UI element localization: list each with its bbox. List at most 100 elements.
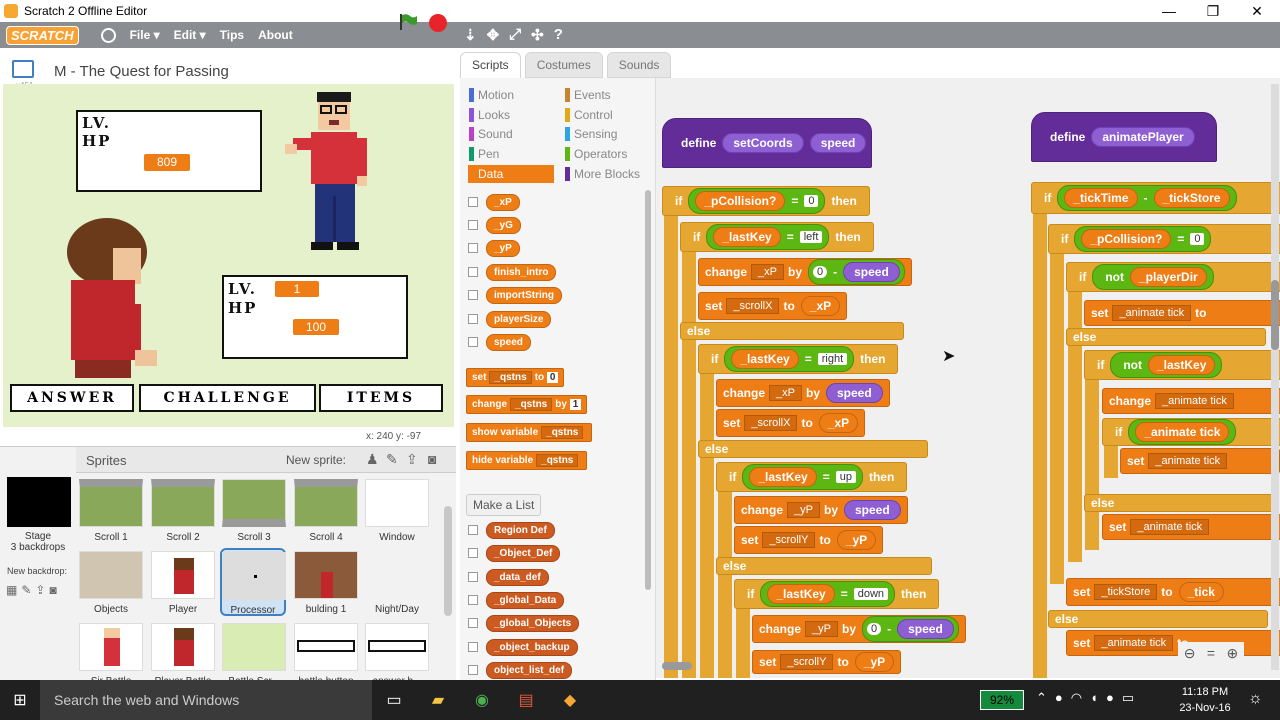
variable-row[interactable]: speed xyxy=(468,333,531,351)
taskbar-search[interactable]: Search the web and Windows xyxy=(40,680,372,720)
change-variable-block[interactable]: change _xP by speed xyxy=(716,379,890,407)
list-row[interactable]: _object_backup xyxy=(468,638,578,656)
sprite-tile[interactable]: Scroll 2 xyxy=(150,477,216,545)
if-else-block[interactable]: if _lastKey = up then xyxy=(716,462,908,492)
variable-reporter[interactable]: _yP xyxy=(486,239,520,257)
variable-dropdown[interactable]: _animate tick xyxy=(1148,453,1228,469)
delete-tool-icon[interactable]: ✥ xyxy=(487,26,500,44)
list-checkbox[interactable] xyxy=(468,618,478,628)
variable-dropdown[interactable]: _scrollY xyxy=(780,654,834,670)
variable-dropdown[interactable]: _scrollX xyxy=(726,298,780,314)
task-view-icon[interactable]: ▭ xyxy=(372,680,416,720)
value-input[interactable]: 0 xyxy=(804,195,819,207)
variable-dropdown[interactable]: _qstns xyxy=(489,371,532,384)
list-row[interactable]: Region Def xyxy=(468,521,555,539)
script-horizontal-scrollbar[interactable] xyxy=(662,662,692,670)
value-input[interactable]: 0 xyxy=(546,372,559,383)
wifi-icon[interactable]: ◠ xyxy=(1071,690,1082,706)
paint-sprite-icon[interactable]: ✎ xyxy=(386,451,398,468)
show-variable-block[interactable]: show variable _qstns xyxy=(466,423,593,442)
variable-dropdown[interactable]: _xP xyxy=(751,264,784,280)
variable-reporter[interactable]: _xP xyxy=(800,296,841,316)
set-variable-block[interactable]: set _scrollY to _yP xyxy=(752,650,902,674)
sprite-tile[interactable]: Night/Day xyxy=(364,549,430,617)
stage[interactable]: LV. HP 809 LV. 1 HP 100 ANSWER CHALLENGE… xyxy=(3,84,454,427)
sprite-tile[interactable]: Player Battle xyxy=(150,621,216,689)
close-window-button[interactable]: ✕ xyxy=(1234,0,1280,22)
variable-checkbox[interactable] xyxy=(468,220,478,230)
tab-costumes[interactable]: Costumes xyxy=(524,52,603,78)
sprite-tile-selected[interactable]: Processor xyxy=(220,548,286,616)
hide-variable-block[interactable]: hide variable _qstns xyxy=(466,451,588,470)
set-variable-block[interactable]: set _animate tick xyxy=(1120,448,1280,474)
if-else-block[interactable]: if _pCollision? = 0 xyxy=(1048,224,1280,254)
variable-reporter[interactable]: finish_intro xyxy=(486,263,557,281)
shrink-tool-icon[interactable]: ✣ xyxy=(531,26,544,44)
equals-operator[interactable]: _pCollision? = 0 xyxy=(1074,226,1212,252)
project-title[interactable]: M - The Quest for Passing xyxy=(54,63,229,80)
duplicate-tool-icon[interactable]: ⇣ xyxy=(464,26,477,44)
parameter-reporter[interactable]: speed xyxy=(809,133,867,153)
list-checkbox[interactable] xyxy=(468,595,478,605)
category-more-blocks[interactable]: More Blocks xyxy=(564,165,650,183)
custom-reporter[interactable]: _pCollision? xyxy=(695,191,786,211)
define-animateplayer-block[interactable]: define animatePlayer xyxy=(1031,112,1217,162)
set-variable-block[interactable]: set _tickStore to _tick xyxy=(1066,578,1280,606)
palette-scrollbar[interactable] xyxy=(645,190,651,590)
category-events[interactable]: Events xyxy=(564,86,650,104)
set-variable-block[interactable]: set _scrollY to _yP xyxy=(734,526,884,554)
list-reporter[interactable]: _object_backup xyxy=(486,638,578,656)
value-input[interactable]: left xyxy=(799,231,823,243)
variable-checkbox[interactable] xyxy=(468,314,478,324)
equals-operator[interactable]: _lastKey = down xyxy=(760,581,896,607)
language-globe-icon[interactable] xyxy=(100,27,116,43)
maximize-button[interactable]: ❐ xyxy=(1190,0,1236,22)
set-variable-block[interactable]: set_animate tickto xyxy=(1066,630,1280,656)
change-variable-block[interactable]: change _yP by 0- speed xyxy=(752,615,966,643)
if-else-block[interactable]: if _lastKey = right then xyxy=(698,344,899,374)
variable-reporter[interactable]: _yP xyxy=(854,652,895,672)
list-row[interactable]: _Object_Def xyxy=(468,544,561,562)
answer-button[interactable]: ANSWER xyxy=(10,384,134,412)
scratch-logo[interactable]: SCRATCH xyxy=(6,25,79,45)
variable-reporter[interactable]: _lastKey xyxy=(749,467,817,487)
variable-reporter[interactable]: _tick xyxy=(1178,582,1224,602)
variable-checkbox[interactable] xyxy=(468,197,478,207)
tab-scripts[interactable]: Scripts xyxy=(460,52,521,78)
variable-dropdown[interactable]: _qstns xyxy=(536,454,579,467)
variable-row[interactable]: _yG xyxy=(468,216,521,234)
tray-chevron-icon[interactable]: ⌃ xyxy=(1036,690,1047,706)
script-vertical-scrollbar[interactable] xyxy=(1271,84,1279,670)
variable-dropdown[interactable]: _animate tick xyxy=(1112,305,1192,321)
if-else-block[interactable]: if _lastKey = down then xyxy=(734,579,940,609)
variable-row[interactable]: importString xyxy=(468,286,562,304)
variable-row[interactable]: finish_intro xyxy=(468,263,557,281)
category-operators[interactable]: Operators xyxy=(564,145,650,163)
file-menu[interactable]: File ▾ xyxy=(130,28,160,42)
list-checkbox[interactable] xyxy=(468,525,478,535)
stop-icon[interactable] xyxy=(429,14,447,32)
notifications-icon[interactable]: ☼ xyxy=(1248,690,1263,708)
parameter-reporter[interactable]: speed xyxy=(844,500,901,520)
value-input[interactable]: right xyxy=(817,353,848,365)
define-setcoords-block[interactable]: define setCoords speed xyxy=(662,118,872,168)
variable-reporter[interactable]: _animate tick xyxy=(1135,422,1230,442)
category-pen[interactable]: Pen xyxy=(468,145,554,163)
not-operator[interactable]: not _playerDir xyxy=(1092,264,1214,290)
sprite-tile[interactable]: bulding 1 xyxy=(293,549,359,617)
value-input[interactable]: 0 xyxy=(867,623,882,635)
subtract-operator[interactable]: 0- speed xyxy=(862,616,959,642)
value-input[interactable]: down xyxy=(853,588,889,600)
if-else-block[interactable]: if _lastKey = left then xyxy=(680,222,874,252)
value-input[interactable]: 0 xyxy=(1190,233,1205,245)
parameter-reporter[interactable]: speed xyxy=(843,262,900,282)
variable-checkbox[interactable] xyxy=(468,267,478,277)
variable-reporter[interactable]: playerSize xyxy=(486,310,552,328)
list-reporter[interactable]: object_list_def xyxy=(486,661,573,679)
variable-reporter[interactable]: _lastKey xyxy=(731,349,799,369)
variable-reporter[interactable]: _playerDir xyxy=(1130,267,1207,287)
items-button[interactable]: ITEMS xyxy=(319,384,443,412)
operator-block[interactable]: _animate tick xyxy=(1128,419,1237,445)
variable-checkbox[interactable] xyxy=(468,243,478,253)
variable-dropdown[interactable]: _scrollX xyxy=(744,415,798,431)
